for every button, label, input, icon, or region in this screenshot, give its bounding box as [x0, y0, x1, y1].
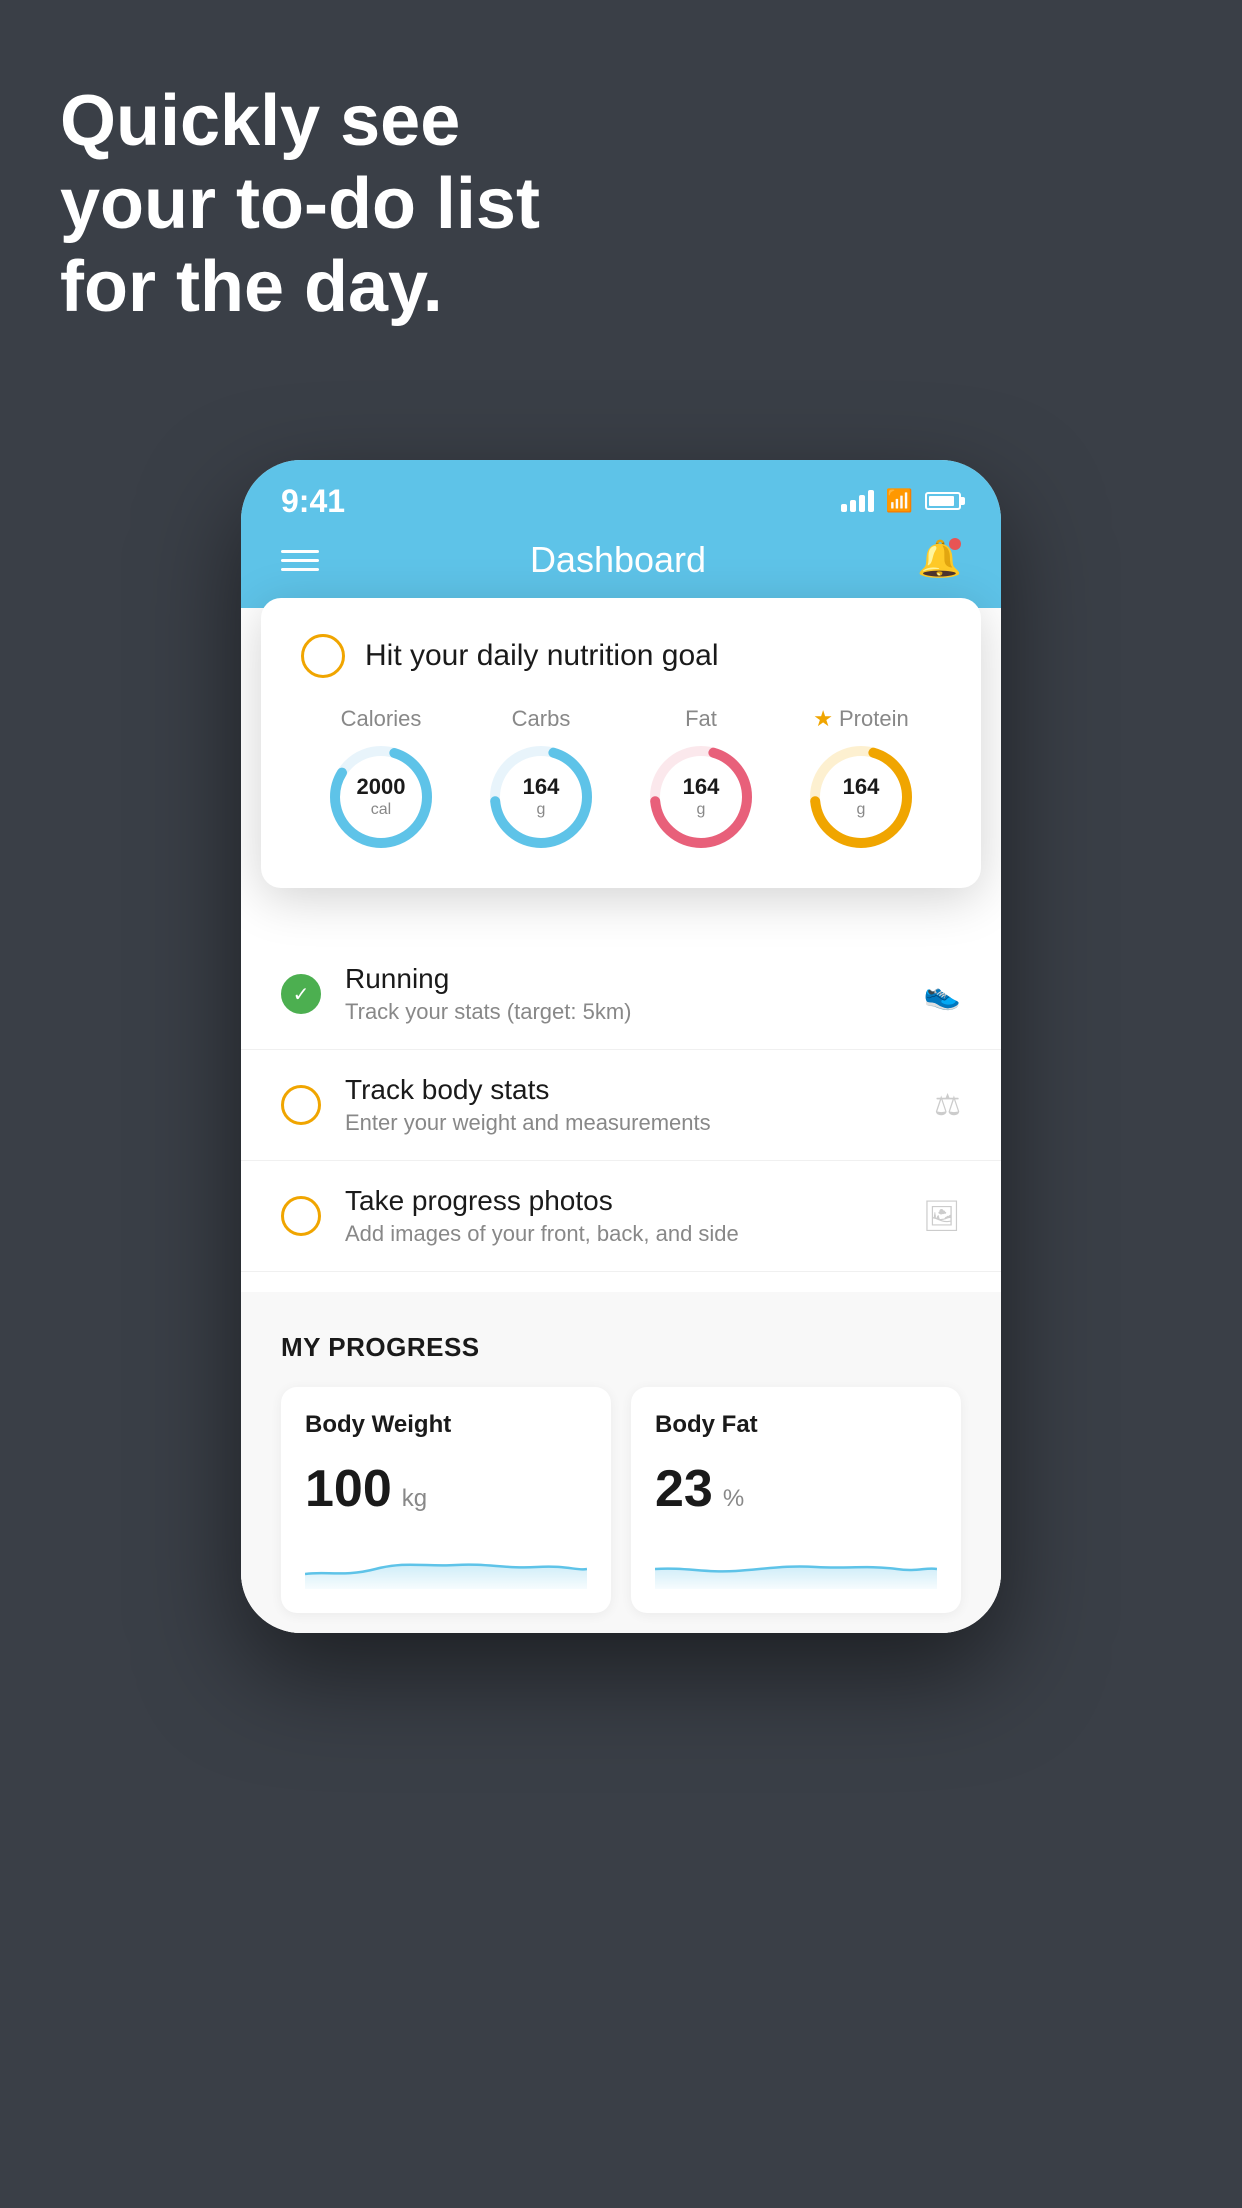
- protein-ring: 164 g: [806, 742, 916, 852]
- app-content: THINGS TO DO TODAY Hit your daily nutrit…: [241, 608, 1001, 1633]
- progress-section-title: MY PROGRESS: [281, 1332, 961, 1363]
- calories-ring: 2000 cal: [326, 742, 436, 852]
- calories-value: 2000 cal: [357, 774, 406, 820]
- running-icon: 👟: [924, 977, 961, 1012]
- body-weight-card[interactable]: Body Weight 100 kg: [281, 1387, 611, 1613]
- body-fat-value-row: 23 %: [655, 1459, 937, 1519]
- carbs-label: Carbs: [512, 706, 571, 732]
- body-stats-text: Track body stats Enter your weight and m…: [345, 1074, 934, 1136]
- carbs-ring: 164 g: [486, 742, 596, 852]
- body-weight-value: 100: [305, 1459, 392, 1519]
- stat-calories: Calories 2000 cal: [326, 706, 436, 852]
- photos-title: Take progress photos: [345, 1185, 923, 1217]
- star-icon: ★: [813, 706, 833, 732]
- todo-list: ✓ Running Track your stats (target: 5km)…: [241, 939, 1001, 1272]
- status-bar: 9:41 📶: [241, 460, 1001, 528]
- body-stats-subtitle: Enter your weight and measurements: [345, 1110, 934, 1136]
- protein-value: 164 g: [843, 774, 880, 820]
- body-fat-title: Body Fat: [655, 1411, 937, 1439]
- notification-dot: [949, 538, 961, 550]
- body-fat-chart: [655, 1539, 937, 1589]
- running-checkbox[interactable]: ✓: [281, 974, 321, 1014]
- body-stats-icon: ⚖: [934, 1088, 961, 1123]
- todo-body-stats[interactable]: Track body stats Enter your weight and m…: [241, 1050, 1001, 1161]
- body-weight-value-row: 100 kg: [305, 1459, 587, 1519]
- hero-text: Quickly see your to-do list for the day.: [60, 80, 540, 328]
- stat-carbs: Carbs 164 g: [486, 706, 596, 852]
- battery-icon: [925, 492, 961, 510]
- nutrition-card-title: Hit your daily nutrition goal: [365, 639, 719, 673]
- phone-mockup: 9:41 📶 Dashboard 🔔 THINGS TO DO TODAY: [241, 460, 1001, 1633]
- body-weight-chart: [305, 1539, 587, 1589]
- app-header: Dashboard 🔔: [241, 528, 1001, 608]
- menu-button[interactable]: [281, 550, 319, 571]
- wifi-icon: 📶: [886, 488, 913, 514]
- carbs-value: 164 g: [523, 774, 560, 820]
- body-weight-unit: kg: [402, 1485, 427, 1513]
- fat-label: Fat: [685, 706, 717, 732]
- body-fat-value: 23: [655, 1459, 713, 1519]
- progress-section: MY PROGRESS Body Weight 100 kg: [241, 1292, 1001, 1633]
- stat-fat: Fat 164 g: [646, 706, 756, 852]
- signal-icon: [841, 490, 874, 512]
- todo-running[interactable]: ✓ Running Track your stats (target: 5km)…: [241, 939, 1001, 1050]
- body-fat-unit: %: [723, 1485, 744, 1513]
- nutrition-checkbox[interactable]: [301, 634, 345, 678]
- running-text: Running Track your stats (target: 5km): [345, 963, 924, 1025]
- status-icons: 📶: [841, 488, 961, 514]
- stat-protein: ★ Protein 164 g: [806, 706, 916, 852]
- body-weight-title: Body Weight: [305, 1411, 587, 1439]
- app-title: Dashboard: [530, 539, 706, 581]
- running-title: Running: [345, 963, 924, 995]
- photos-text: Take progress photos Add images of your …: [345, 1185, 923, 1247]
- photos-subtitle: Add images of your front, back, and side: [345, 1221, 923, 1247]
- body-fat-card[interactable]: Body Fat 23 %: [631, 1387, 961, 1613]
- fat-value: 164 g: [683, 774, 720, 820]
- photos-checkbox[interactable]: [281, 1196, 321, 1236]
- progress-cards: Body Weight 100 kg: [281, 1387, 961, 1613]
- nutrition-stats: Calories 2000 cal Carbs: [301, 706, 941, 852]
- nutrition-card: Hit your daily nutrition goal Calories 2…: [261, 598, 981, 888]
- protein-label: ★ Protein: [813, 706, 908, 732]
- nutrition-card-header: Hit your daily nutrition goal: [301, 634, 941, 678]
- body-stats-title: Track body stats: [345, 1074, 934, 1106]
- fat-ring: 164 g: [646, 742, 756, 852]
- status-time: 9:41: [281, 483, 345, 520]
- todo-photos[interactable]: Take progress photos Add images of your …: [241, 1161, 1001, 1272]
- running-subtitle: Track your stats (target: 5km): [345, 999, 924, 1025]
- calories-label: Calories: [341, 706, 422, 732]
- body-stats-checkbox[interactable]: [281, 1085, 321, 1125]
- notification-button[interactable]: 🔔: [917, 538, 961, 582]
- photos-icon: 🖼: [923, 1199, 961, 1234]
